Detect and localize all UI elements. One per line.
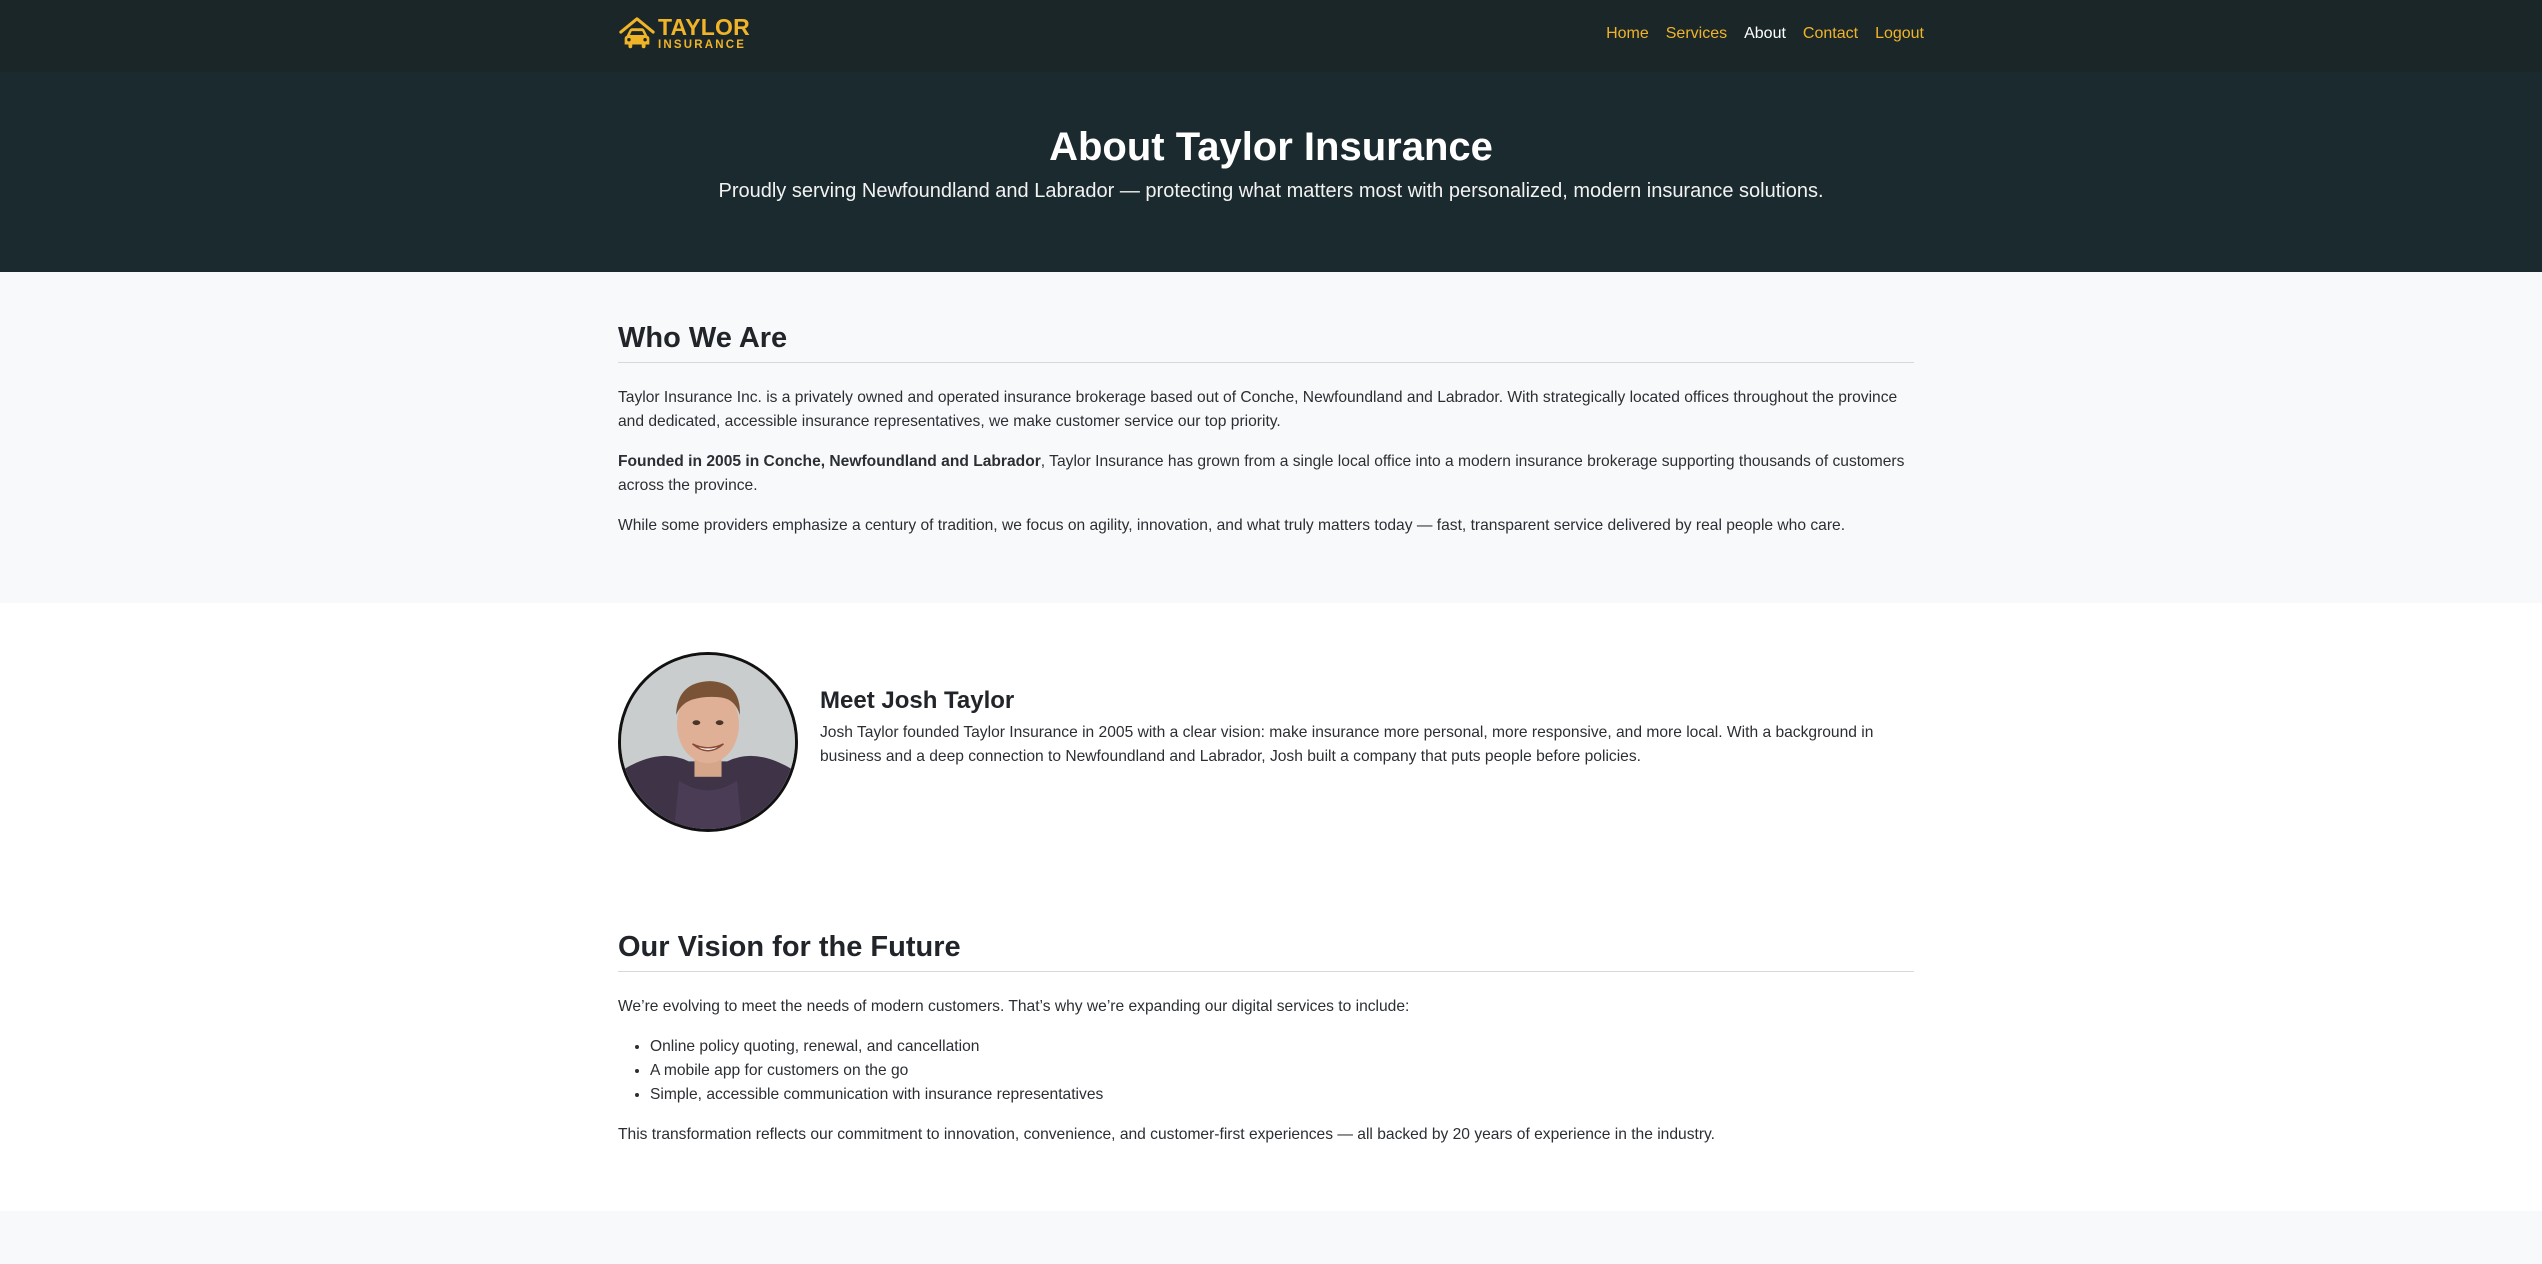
nav-about[interactable]: About xyxy=(1744,25,1786,43)
list-item: Online policy quoting, renewal, and canc… xyxy=(650,1035,1924,1059)
founder-info: Meet Josh Taylor Josh Taylor founded Tay… xyxy=(820,687,1914,769)
list-item: Simple, accessible communication with in… xyxy=(650,1083,1924,1107)
hero-banner: About Taylor Insurance Proudly serving N… xyxy=(0,72,2542,272)
who-paragraph-1: Taylor Insurance Inc. is a privately own… xyxy=(618,389,1898,430)
vision-outro: This transformation reflects our commitm… xyxy=(618,1126,1715,1143)
who-paragraph-2: Founded in 2005 in Conche, Newfoundland … xyxy=(618,450,1914,498)
vision-heading: Our Vision for the Future xyxy=(618,931,1914,972)
nav-contact[interactable]: Contact xyxy=(1803,25,1858,43)
founder-and-vision-section: Meet Josh Taylor Josh Taylor founded Tay… xyxy=(0,603,2542,1211)
vision-list: Online policy quoting, renewal, and canc… xyxy=(618,1035,1924,1107)
vision-intro: We’re evolving to meet the needs of mode… xyxy=(618,998,1410,1015)
founder-portrait-graphic xyxy=(621,655,795,829)
list-item: A mobile app for customers on the go xyxy=(650,1059,1924,1083)
brand-title: TAYLOR xyxy=(658,14,750,41)
who-we-are-section: Who We Are Taylor Insurance Inc. is a pr… xyxy=(0,272,2542,603)
brand-wordmark: TAYLOR INSURANCE xyxy=(658,16,750,52)
who-paragraph-3: While some providers emphasize a century… xyxy=(618,517,1846,534)
main-nav: Home Services About Contact Logout xyxy=(1589,25,1924,43)
who-we-are-heading: Who We Are xyxy=(618,322,1914,363)
vision-block: Our Vision for the Future We’re evolving… xyxy=(618,931,1924,1147)
founded-highlight: Founded in 2005 in Conche, Newfoundland … xyxy=(618,453,1041,470)
page-bottom-strip xyxy=(0,1211,2542,1264)
nav-logout[interactable]: Logout xyxy=(1875,25,1924,43)
page-title: About Taylor Insurance xyxy=(1049,125,1493,169)
house-car-icon xyxy=(619,17,655,49)
founder-bio: Josh Taylor founded Taylor Insurance in … xyxy=(820,724,1874,765)
founder-photo xyxy=(618,652,798,832)
founder-card: Meet Josh Taylor Josh Taylor founded Tay… xyxy=(618,652,1924,832)
nav-services[interactable]: Services xyxy=(1666,25,1727,43)
hero-subtitle: Proudly serving Newfoundland and Labrado… xyxy=(718,180,1824,202)
nav-home[interactable]: Home xyxy=(1606,25,1649,43)
navbar: TAYLOR INSURANCE Home Services About Con… xyxy=(0,0,2542,72)
founder-heading: Meet Josh Taylor xyxy=(820,687,1015,714)
brand-subtitle: INSURANCE xyxy=(658,39,747,52)
brand-logo-link[interactable]: TAYLOR INSURANCE xyxy=(618,15,750,53)
